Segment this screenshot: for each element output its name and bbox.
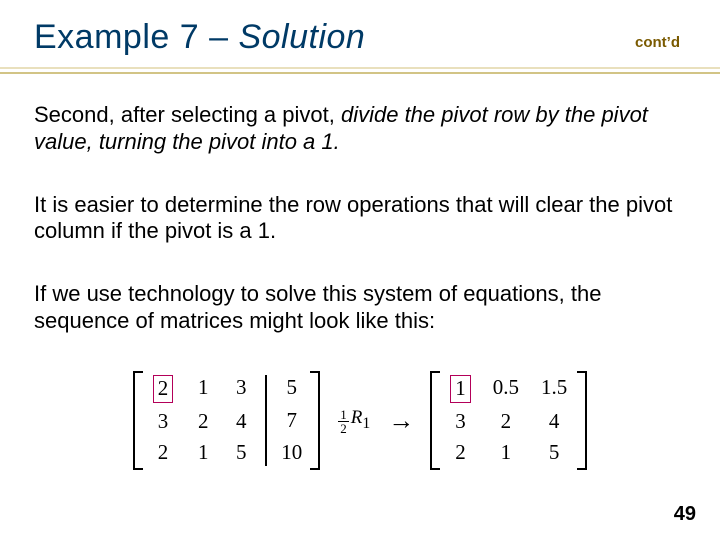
m1-a3: 10 <box>281 440 302 466</box>
para-1a: Second, after selecting a pivot, <box>34 102 341 127</box>
op-sub: 1 <box>362 415 370 432</box>
frac-num: 1 <box>340 408 347 421</box>
bracket-r <box>310 371 320 470</box>
m1-r3c2: 1 <box>195 440 211 466</box>
m2-r2c1: 3 <box>450 409 471 435</box>
m1-a1: 5 <box>281 375 302 401</box>
m1-r2c1: 3 <box>153 409 174 435</box>
slide-title: Example 7 – Solution <box>34 18 686 57</box>
matrix-right: 1 0.5 1.5 3 2 4 2 1 5 <box>430 371 587 470</box>
math-row: 2 1 3 3 2 4 2 1 5 5 7 10 <box>133 371 588 470</box>
page-number: 49 <box>674 503 696 526</box>
para-2: It is easier to determine the row operat… <box>34 192 686 246</box>
bracket-r2 <box>577 371 587 470</box>
m1-r3c3: 5 <box>233 440 249 466</box>
m1-r1c1: 2 <box>153 375 174 403</box>
m1-r1c2: 1 <box>195 375 211 403</box>
aug-col-left: 5 7 10 <box>273 371 310 470</box>
title-italic: Solution <box>238 18 365 56</box>
rule-bottom <box>0 72 720 74</box>
contd-label: cont’d <box>635 34 680 51</box>
matrix-right-body: 1 0.5 1.5 3 2 4 2 1 5 <box>440 371 577 470</box>
math-block: 2 1 3 3 2 4 2 1 5 5 7 10 <box>34 371 686 477</box>
m1-r2c3: 4 <box>233 409 249 435</box>
m2-r3c2: 1 <box>493 440 519 466</box>
pivot-left: 2 <box>153 375 174 403</box>
frac-den: 2 <box>338 421 349 435</box>
pivot-right: 1 <box>450 375 471 403</box>
para-1: Second, after selecting a pivot, divide … <box>34 102 686 156</box>
slide: Example 7 – Solution cont’d Second, afte… <box>0 0 720 540</box>
m1-r1c3: 3 <box>233 375 249 403</box>
m2-r3c1: 2 <box>450 440 471 466</box>
aug-bar-left <box>265 375 267 466</box>
m2-r1c1: 1 <box>450 375 471 403</box>
bracket-l2 <box>430 371 440 470</box>
rule-top <box>0 67 720 69</box>
m2-r1c2: 0.5 <box>493 375 519 403</box>
matrix-left-body: 2 1 3 3 2 4 2 1 5 <box>143 371 260 470</box>
m1-r2c2: 2 <box>195 409 211 435</box>
para-3: If we use technology to solve this syste… <box>34 281 686 335</box>
m2-r1c3: 1.5 <box>541 375 567 403</box>
body: Second, after selecting a pivot, divide … <box>0 72 720 477</box>
m1-r3c1: 2 <box>153 440 174 466</box>
op-R: R <box>351 407 363 428</box>
row-op: 1 2 R1 <box>338 406 370 435</box>
m1-a2: 7 <box>281 408 302 434</box>
m2-r2c3: 4 <box>541 409 567 435</box>
matrix-left: 2 1 3 3 2 4 2 1 5 5 7 10 <box>133 371 321 470</box>
bracket-l <box>133 371 143 470</box>
m2-r3c3: 5 <box>541 440 567 466</box>
arrow-icon: → <box>388 405 412 437</box>
half-frac: 1 2 <box>338 408 349 435</box>
title-bar: Example 7 – Solution cont’d <box>0 0 720 72</box>
title-prefix: Example 7 – <box>34 18 238 56</box>
m2-r2c2: 2 <box>493 409 519 435</box>
